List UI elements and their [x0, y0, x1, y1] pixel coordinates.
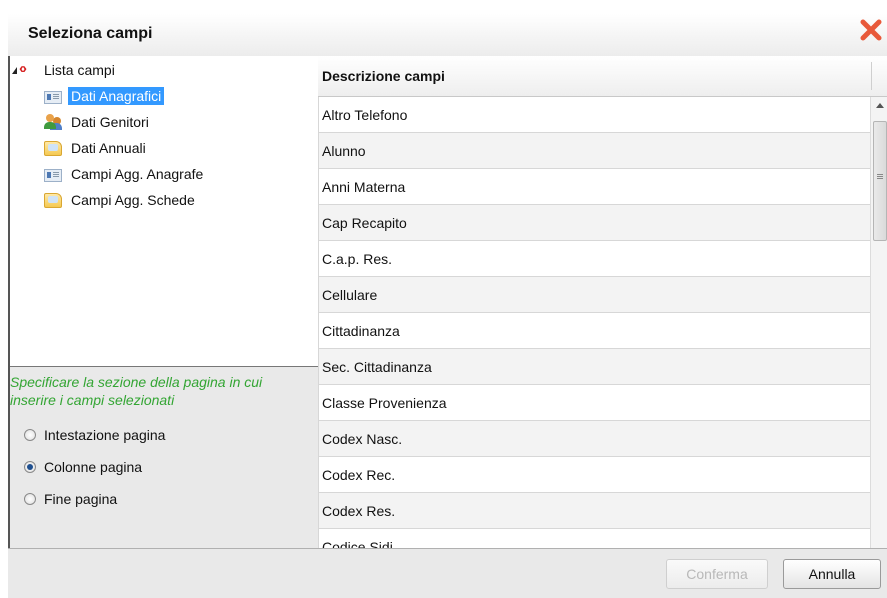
table-row[interactable]: Cellulare: [318, 277, 870, 313]
radio-fine-pagina[interactable]: Fine pagina: [24, 491, 117, 507]
tree-item-campi-agg-anagrafe[interactable]: Campi Agg. Anagrafe: [44, 164, 206, 184]
id-card-icon: [44, 90, 62, 104]
tree-item-label: Dati Genitori: [71, 114, 149, 130]
tree-item-label: Dati Annuali: [71, 140, 146, 156]
tree-root-label: Lista campi: [44, 62, 115, 78]
row-cell: Sec. Cittadinanza: [322, 359, 432, 375]
table-row[interactable]: Sec. Cittadinanza: [318, 349, 870, 385]
section-hint-text: Specificare la sezione della pagina in c…: [10, 374, 263, 408]
dialog-titlebar: Seleziona campi: [8, 14, 887, 57]
radio-label: Colonne pagina: [44, 459, 143, 475]
row-cell: Cap Recapito: [322, 215, 407, 231]
table-row[interactable]: Alunno: [318, 133, 870, 169]
grid-header: Descrizione campi: [318, 56, 887, 97]
radio-button[interactable]: [24, 461, 36, 473]
tree-item-dati-annuali[interactable]: Dati Annuali: [44, 138, 149, 158]
column-header-descrizione[interactable]: Descrizione campi: [322, 68, 445, 84]
tree-item-campi-agg-schede[interactable]: Campi Agg. Schede: [44, 190, 198, 210]
table-row[interactable]: Codex Res.: [318, 493, 870, 529]
row-cell: Codex Rec.: [322, 467, 396, 483]
table-row[interactable]: Cittadinanza: [318, 313, 870, 349]
tree-item-label: Dati Anagrafici: [68, 87, 165, 105]
table-row[interactable]: Altro Telefono: [318, 97, 870, 133]
grid-vertical-scrollbar[interactable]: [870, 97, 887, 577]
row-cell: Cittadinanza: [322, 323, 400, 339]
row-cell: Classe Provenienza: [322, 395, 447, 411]
table-row[interactable]: Codex Nasc.: [318, 421, 870, 457]
tree-item-label: Campi Agg. Schede: [71, 192, 195, 208]
row-cell: Anni Materna: [322, 179, 406, 195]
id-card-icon: [44, 168, 62, 182]
grid-rows: Altro Telefono Alunno Anni Materna Cap R…: [318, 97, 870, 577]
row-cell: Altro Telefono: [322, 107, 408, 123]
scroll-grip-icon: [877, 174, 883, 175]
cancel-button[interactable]: Annulla: [783, 559, 881, 589]
expand-triangle-icon[interactable]: [12, 66, 17, 74]
row-cell: Codex Res.: [322, 503, 396, 519]
table-row[interactable]: Anni Materna: [318, 169, 870, 205]
radio-intestazione-pagina[interactable]: Intestazione pagina: [24, 427, 165, 443]
radio-button[interactable]: [24, 429, 36, 441]
dialog-title: Seleziona campi: [28, 25, 153, 42]
table-row[interactable]: Codex Rec.: [318, 457, 870, 493]
confirm-button[interactable]: Conferma: [666, 559, 768, 589]
column-separator: [871, 62, 872, 90]
fields-grid: Descrizione campi Altro Telefono Alunno …: [318, 56, 887, 577]
radio-label: Intestazione pagina: [44, 427, 166, 443]
folder-icon: [44, 192, 62, 208]
radio-button[interactable]: [24, 493, 36, 505]
section-options-panel: Specificare la sezione della pagina in c…: [10, 367, 319, 577]
root-code-icon: [19, 60, 35, 77]
radio-colonne-pagina[interactable]: Colonne pagina: [24, 459, 142, 475]
tree-root-lista-campi[interactable]: Lista campi: [12, 60, 118, 80]
fields-tree: Lista campi Dati Anagrafici Dati Genitor…: [10, 56, 319, 367]
tree-item-dati-genitori[interactable]: Dati Genitori: [44, 112, 152, 132]
tree-item-label: Campi Agg. Anagrafe: [71, 166, 204, 182]
scroll-thumb[interactable]: [873, 121, 887, 241]
select-fields-dialog: Seleziona campi Lista campi Dati Anagraf…: [0, 0, 887, 598]
people-icon: [44, 114, 62, 130]
table-row[interactable]: Cap Recapito: [318, 205, 870, 241]
row-cell: C.a.p. Res.: [322, 251, 393, 267]
row-cell: Alunno: [322, 143, 366, 159]
table-row[interactable]: C.a.p. Res.: [318, 241, 870, 277]
table-row[interactable]: Classe Provenienza: [318, 385, 870, 421]
scroll-up-arrow-icon[interactable]: [876, 103, 884, 108]
row-cell: Cellulare: [322, 287, 378, 303]
tree-item-dati-anagrafici[interactable]: Dati Anagrafici: [44, 86, 165, 106]
close-x-icon[interactable]: [859, 18, 883, 42]
radio-label: Fine pagina: [44, 491, 118, 507]
folder-icon: [44, 140, 62, 156]
row-cell: Codex Nasc.: [322, 431, 403, 447]
